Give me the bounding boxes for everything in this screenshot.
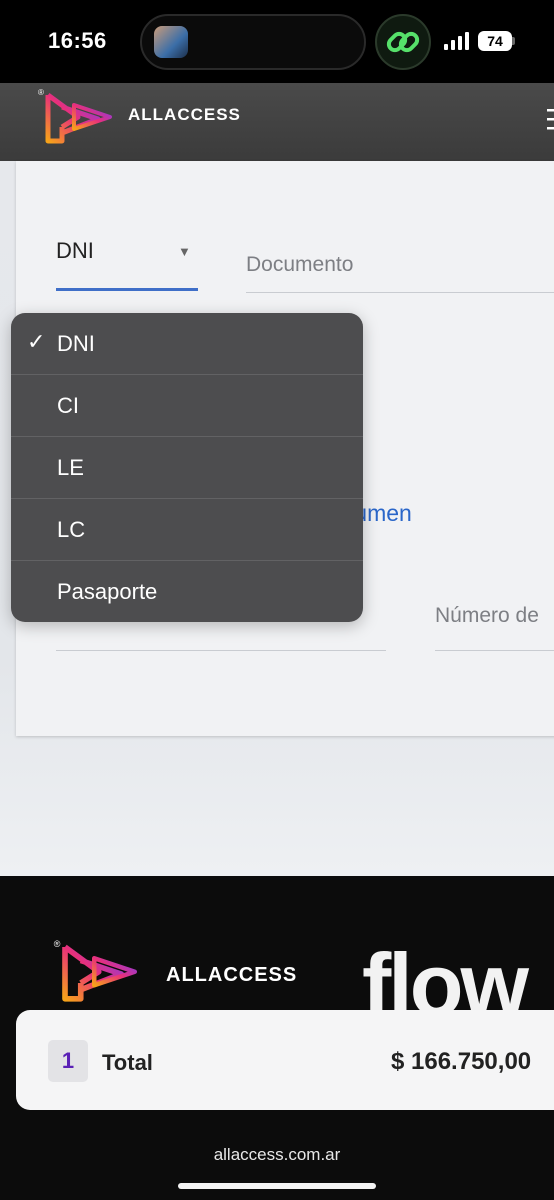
calle-field-underline [56, 650, 386, 651]
battery-nub [512, 37, 515, 45]
brand-name: ALLACCESS [128, 105, 241, 124]
cart-total-bar[interactable]: 1 Total $ 166.750,00 [16, 1010, 554, 1110]
hamburger-menu-icon[interactable] [547, 107, 554, 131]
dropdown-option-label: LE [57, 455, 84, 480]
svg-text:®: ® [38, 88, 44, 97]
dropdown-option-label: LC [57, 517, 86, 542]
browser-address-bar: allaccess.com.ar [0, 1128, 554, 1200]
status-time: 16:56 [48, 28, 107, 53]
dropdown-option-ci[interactable]: CI [11, 375, 363, 437]
dropdown-option-pasaporte[interactable]: Pasaporte [11, 561, 363, 622]
cellular-signal-icon [444, 32, 469, 50]
document-type-select[interactable]: DNI ▼ [56, 218, 198, 292]
footer-brand-name: ALLACCESS [166, 964, 298, 986]
total-label: Total [102, 1050, 153, 1075]
dropdown-option-lc[interactable]: LC [11, 499, 363, 561]
browser-url[interactable]: allaccess.com.ar [0, 1145, 554, 1165]
dropdown-arrow-icon: ▼ [178, 244, 191, 259]
dropdown-option-label: CI [57, 393, 79, 418]
allaccess-footer-logo-icon: ® [54, 939, 137, 1002]
dropdown-option-dni[interactable]: ✓ DNI [11, 313, 363, 375]
dropdown-option-label: DNI [57, 331, 95, 356]
document-type-underline [56, 288, 198, 291]
allaccess-logo-icon[interactable]: ® [38, 87, 122, 151]
battery-icon: 74 [478, 31, 512, 51]
link-activity-icon[interactable] [375, 14, 431, 70]
numero-field-label[interactable]: Número de [435, 604, 539, 628]
document-number-input[interactable] [246, 238, 554, 293]
now-playing-artwork-icon [154, 26, 188, 58]
total-amount: $ 166.750,00 [391, 1048, 532, 1075]
site-header: ® ALLACCESS [0, 83, 554, 161]
home-indicator[interactable] [178, 1183, 376, 1189]
checkmark-icon: ✓ [27, 329, 46, 354]
document-type-value: DNI [56, 238, 94, 263]
numero-field-underline [435, 650, 554, 651]
svg-text:®: ® [54, 939, 61, 949]
document-type-dropdown: ✓ DNI CI LE LC Pasaporte [11, 313, 363, 622]
dynamic-island[interactable] [140, 14, 366, 70]
dropdown-option-label: Pasaporte [57, 579, 158, 604]
cart-quantity-badge: 1 [48, 1040, 88, 1082]
status-bar: 16:56 74 [0, 0, 554, 83]
dropdown-option-le[interactable]: LE [11, 437, 363, 499]
